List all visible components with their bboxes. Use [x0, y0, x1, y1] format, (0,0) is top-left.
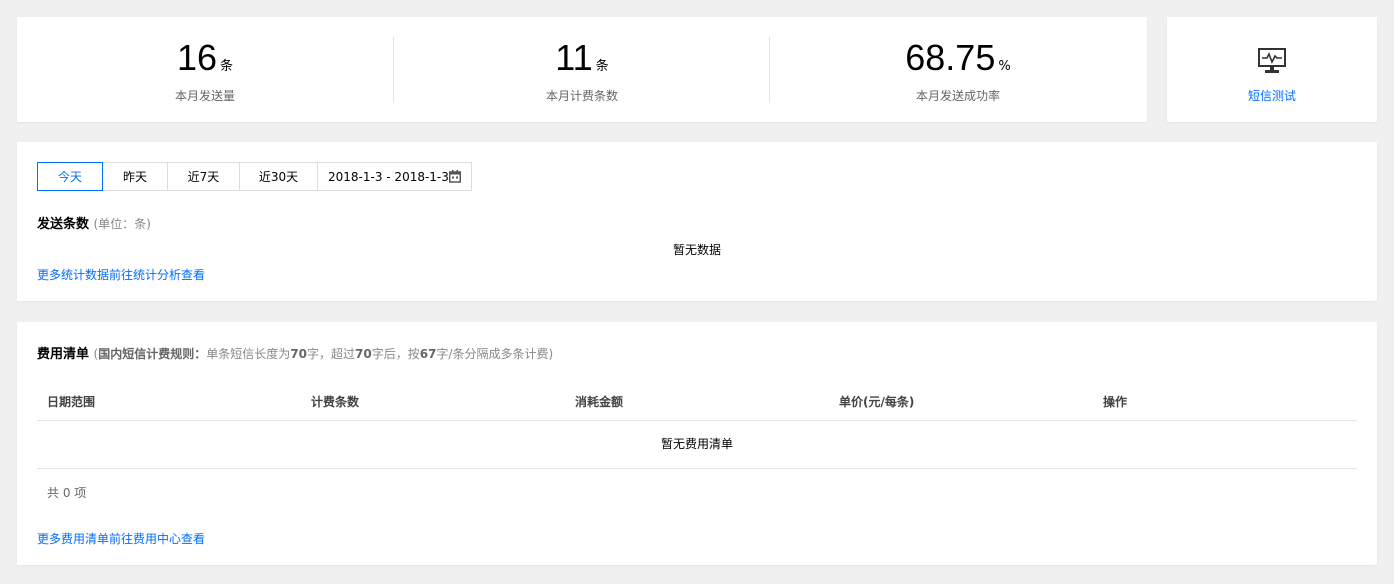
- total-count: 共 0 项: [47, 486, 87, 500]
- stat-label: 本月发送量: [174, 89, 235, 103]
- sms-test-label: 短信测试: [1247, 89, 1296, 103]
- billing-table-header: 日期范围 计费条数 消耗金额 单价(元/每条) 操作: [37, 385, 1357, 421]
- rule-text: 字，超过: [306, 347, 355, 361]
- rule-number: 70: [354, 347, 372, 361]
- send-stats-card: 今天 昨天 近7天 近30天 2018-1-3 - 2018-1-3 发送条数 …: [17, 142, 1377, 301]
- more-billing-link[interactable]: 更多费用清单前往费用中心查看: [37, 530, 205, 547]
- more-stats-link[interactable]: 更多统计数据前往统计分析查看: [37, 266, 205, 283]
- filter-today[interactable]: 今天: [37, 162, 103, 191]
- send-count-title: 发送条数 (单位：条): [37, 213, 151, 232]
- stat-monthly-sent: 16 条 本月发送量: [17, 17, 393, 122]
- empty-data-text: 暂无数据: [672, 243, 721, 257]
- stats-card: 16 条 本月发送量 11 条 本月计费条数 68.75% 本月发送成功率: [17, 17, 1147, 122]
- rule-text: 字后，按: [371, 347, 420, 361]
- stat-value: 11: [555, 37, 593, 78]
- stat-unit: %: [998, 59, 1011, 74]
- column-header-billed-count: 计费条数: [311, 395, 360, 409]
- rule-text: 字/条分隔成多条计费): [436, 347, 554, 361]
- stat-value: 68.75: [905, 37, 996, 78]
- rule-label: 国内短信计费规则：: [98, 347, 207, 361]
- column-header-action: 操作: [1103, 395, 1128, 409]
- billing-card: 费用清单 (国内短信计费规则：单条短信长度为70字，超过70字后，按67字/条分…: [17, 322, 1377, 565]
- date-range-picker[interactable]: 2018-1-3 - 2018-1-3: [317, 162, 472, 191]
- stat-success-rate: 68.75% 本月发送成功率: [770, 17, 1146, 122]
- stat-monthly-billed: 11 条 本月计费条数: [394, 17, 770, 122]
- section-title: 费用清单: [37, 347, 90, 362]
- billing-rule: (国内短信计费规则：单条短信长度为70字，超过70字后，按67字/条分隔成多条计…: [94, 347, 554, 361]
- section-title: 发送条数: [37, 217, 90, 232]
- filter-30days[interactable]: 近30天: [239, 162, 318, 191]
- billing-title-row: 费用清单 (国内短信计费规则：单条短信长度为70字，超过70字后，按67字/条分…: [37, 343, 553, 362]
- stat-unit: 条: [595, 59, 609, 74]
- rule-number: 70: [290, 347, 307, 361]
- column-header-unit-price: 单价(元/每条): [839, 395, 915, 409]
- billing-empty-row: 暂无费用清单: [37, 421, 1357, 469]
- filter-yesterday[interactable]: 昨天: [102, 162, 168, 191]
- stat-unit: 条: [220, 59, 234, 74]
- date-range-value: 2018-1-3 - 2018-1-3: [328, 169, 449, 184]
- monitor-pulse-icon: [1258, 47, 1286, 78]
- rule-number: 67: [419, 347, 437, 361]
- sms-test-button[interactable]: 短信测试: [1167, 17, 1377, 122]
- rule-text: 单条短信长度为: [206, 347, 291, 361]
- unit-note: (单位：条): [93, 217, 151, 231]
- stat-label: 本月计费条数: [545, 89, 618, 103]
- calendar-icon: [449, 170, 461, 186]
- column-header-date-range: 日期范围: [47, 395, 96, 409]
- filter-7days[interactable]: 近7天: [167, 162, 240, 191]
- stat-label: 本月发送成功率: [915, 89, 1000, 103]
- stat-value: 16: [176, 37, 218, 78]
- column-header-amount: 消耗金额: [575, 395, 624, 409]
